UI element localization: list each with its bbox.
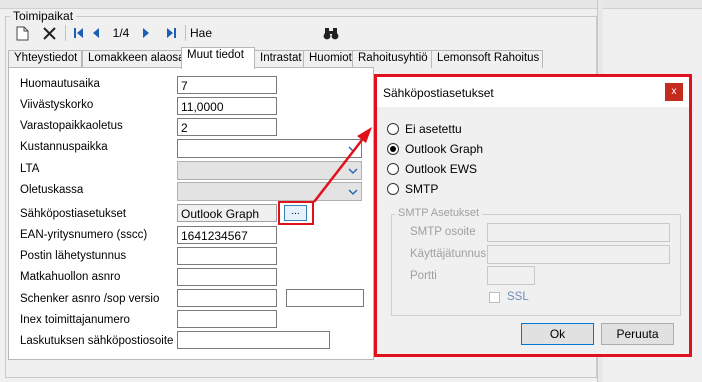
matkahuolto-label: Matkahuollon asnro xyxy=(20,271,121,283)
tab-lomakkeen-alaosa[interactable]: Lomakkeen alaosa xyxy=(82,50,185,68)
lta-label: LTA xyxy=(20,163,40,175)
viivastyskorko-field[interactable]: 11,0000 xyxy=(177,97,277,115)
chevron-down-icon xyxy=(345,184,360,199)
first-record-icon[interactable] xyxy=(69,23,87,43)
option-outlook-graph-label: Outlook Graph xyxy=(405,142,484,156)
huomautusaika-label: Huomautusaika xyxy=(20,78,100,90)
search-label: Hae xyxy=(190,26,213,40)
group-title: Toimipaikat xyxy=(10,9,77,23)
sahkopostiasetukset-label: Sähköpostiasetukset xyxy=(20,208,127,220)
postin-lahetystunnus-field[interactable] xyxy=(177,247,277,265)
oletuskassa-select[interactable] xyxy=(177,182,362,201)
tab-yhteystiedot[interactable]: Yhteystiedot xyxy=(8,50,82,68)
tab-intrastat[interactable]: Intrastat xyxy=(254,50,304,68)
ean-label: EAN-yritysnumero (sscc) xyxy=(20,229,148,241)
schenker-asnro-field[interactable] xyxy=(177,289,277,307)
tab-rahoitusyhtio[interactable]: Rahoitusyhtiö xyxy=(352,50,432,68)
record-position: 1/4 xyxy=(112,26,130,40)
laskutus-email-field[interactable] xyxy=(177,331,330,349)
smtp-address-field[interactable] xyxy=(487,223,670,242)
radio-outlook-ews[interactable] xyxy=(387,163,399,175)
toolbar-separator xyxy=(185,25,186,41)
kustannuspaikka-select[interactable] xyxy=(177,139,362,158)
delete-icon[interactable] xyxy=(39,23,59,43)
ean-field[interactable]: 1641234567 xyxy=(177,226,277,244)
laskutus-label: Laskutuksen sähköpostiosoite xyxy=(20,335,174,347)
chevron-down-icon xyxy=(345,141,360,156)
last-record-icon[interactable] xyxy=(162,23,180,43)
tab-lemonsoft-rahoitus[interactable]: Lemonsoft Rahoitus xyxy=(431,50,543,68)
close-icon[interactable]: x xyxy=(665,83,683,101)
username-label: Käyttäjätunnus xyxy=(410,248,487,260)
schenker-label: Schenker asnro /sop versio xyxy=(20,293,160,305)
varastopaikkaoletus-label: Varastopaikkaoletus xyxy=(20,120,123,132)
tab-huomiot[interactable]: Huomiot xyxy=(303,50,353,68)
cancel-button[interactable]: Peruuta xyxy=(601,323,674,345)
matkahuolto-field[interactable] xyxy=(177,268,277,286)
ok-button[interactable]: Ok xyxy=(521,323,594,345)
inex-label: Inex toimittajanumero xyxy=(20,314,130,326)
radio-smtp[interactable] xyxy=(387,183,399,195)
radio-selected-dot xyxy=(390,146,396,152)
next-record-icon[interactable] xyxy=(138,23,154,43)
schenker-sop-version-field[interactable] xyxy=(286,289,364,307)
smtp-address-label: SMTP osoite xyxy=(410,226,476,238)
browse-button[interactable]: ... xyxy=(284,205,307,221)
postin-lahetystunnus-label: Postin lähetystunnus xyxy=(20,250,127,262)
oletuskassa-label: Oletuskassa xyxy=(20,184,84,196)
port-label: Portti xyxy=(410,270,437,282)
option-outlook-ews-label: Outlook EWS xyxy=(405,162,478,176)
port-field[interactable] xyxy=(487,266,535,285)
smtp-group-title: SMTP Asetukset xyxy=(395,207,483,219)
ssl-checkbox[interactable] xyxy=(489,292,500,303)
option-smtp-label: SMTP xyxy=(405,182,439,196)
chevron-down-icon xyxy=(345,163,360,178)
inex-field[interactable] xyxy=(177,310,277,328)
radio-outlook-graph[interactable] xyxy=(387,143,399,155)
dialog-title-bar: Sähköpostiasetukset x xyxy=(377,77,689,107)
sahkopostiasetukset-field: Outlook Graph xyxy=(177,204,277,222)
toolbar-separator xyxy=(65,25,66,41)
dialog-title: Sähköpostiasetukset xyxy=(383,86,494,100)
varastopaikkaoletus-field[interactable]: 2 xyxy=(177,118,277,136)
option-ei-asetettu-label: Ei asetettu xyxy=(405,122,462,136)
lta-select[interactable] xyxy=(177,161,362,180)
radio-ei-asetettu[interactable] xyxy=(387,123,399,135)
tab-muut-tiedot[interactable]: Muut tiedot xyxy=(181,47,255,69)
new-document-icon[interactable] xyxy=(12,23,32,43)
viivastyskorko-label: Viivästyskorko xyxy=(20,99,94,111)
prev-record-icon[interactable] xyxy=(88,23,104,43)
binoculars-icon[interactable] xyxy=(321,23,341,43)
username-field[interactable] xyxy=(487,245,670,264)
ssl-label: SSL xyxy=(507,291,529,303)
kustannuspaikka-label: Kustannuspaikka xyxy=(20,141,108,153)
huomautusaika-field[interactable]: 7 xyxy=(177,76,277,94)
